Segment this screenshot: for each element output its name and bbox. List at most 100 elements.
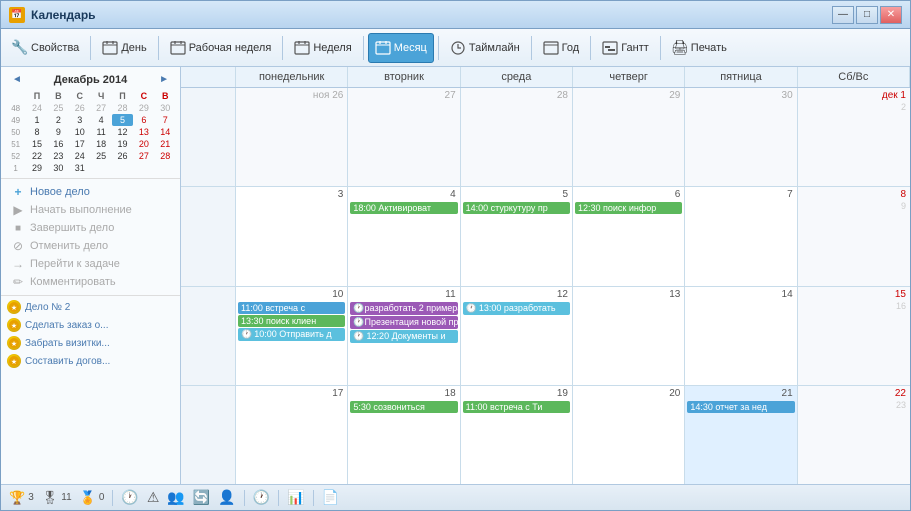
mini-cal-day[interactable]: 28 [155,150,176,162]
event-dec10-3[interactable]: 🕐 10:00 Отправить д [238,328,345,341]
cal-day-14[interactable]: 14 [685,287,797,385]
cal-day-nov26[interactable]: ноя 26 [236,88,348,186]
cal-day-18[interactable]: 18 5:30 созвониться [348,386,460,484]
mini-cal-day[interactable]: 1 [26,114,47,126]
event-dec12-1[interactable]: 🕐 13:00 разработать [463,302,570,315]
task-item[interactable]: ★Составить догов... [1,352,180,370]
mini-cal-day[interactable]: 16 [48,138,69,150]
mini-cal-day[interactable] [90,162,111,174]
event-dec6-1[interactable]: 12:30 поиск инфор [575,202,682,214]
cal-day-3[interactable]: 3 [236,187,348,285]
cal-day-20[interactable]: 20 [573,386,685,484]
mini-cal-day[interactable]: 31 [69,162,90,174]
event-dec11-span1[interactable]: 🕐 разработать 2 примера дизайна 🕐 [350,302,457,315]
mini-cal-day[interactable]: 17 [69,138,90,150]
mini-cal-day[interactable]: 29 [133,102,154,114]
mini-cal-day[interactable]: 24 [26,102,47,114]
mini-cal-next[interactable]: ► [156,73,172,86]
mini-cal-day[interactable]: 3 [69,114,90,126]
event-dec10-2[interactable]: 13:30 поиск клиен [238,315,345,327]
mini-cal-day[interactable]: 9 [48,126,69,138]
mini-cal-day[interactable]: 25 [48,102,69,114]
mini-cal-day[interactable]: 11 [90,126,111,138]
status-user-icon[interactable]: 👤 [218,489,235,506]
status-grid-icon[interactable]: 📊 [287,489,304,506]
mini-cal-day[interactable]: 29 [26,162,47,174]
cal-day-12[interactable]: 12 🕐 13:00 разработать [461,287,573,385]
event-dec18-1[interactable]: 5:30 созвониться [350,401,457,413]
day-button[interactable]: День [95,33,153,63]
mini-cal-day[interactable]: 13 [133,126,154,138]
new-task-action[interactable]: + Новое дело [7,183,174,201]
workweek-button[interactable]: Рабочая неделя [163,33,279,63]
task-item[interactable]: ★Забрать визитки... [1,334,180,352]
mini-cal-day[interactable]: 30 [155,102,176,114]
status-warning-icon[interactable]: ⚠ [147,489,160,506]
cal-day-nov27[interactable]: 27 [348,88,460,186]
complete-task-action[interactable]: ■ Завершить дело [7,219,174,237]
status-refresh-icon[interactable]: 🔄 [193,489,210,506]
status-users-icon[interactable]: 👥 [167,489,184,506]
mini-cal-day[interactable] [112,162,133,174]
event-dec10-1[interactable]: 11:00 встреча с [238,302,345,314]
comment-task-action[interactable]: ✏ Комментировать [7,273,174,291]
cal-day-19[interactable]: 19 11:00 встреча с Ти [461,386,573,484]
cancel-task-action[interactable]: ⊘ Отменить дело [7,237,174,255]
properties-button[interactable]: 🔧 Свойства [5,33,86,63]
task-item[interactable]: ★Сделать заказ о... [1,316,180,334]
mini-cal-day[interactable]: 25 [90,150,111,162]
print-button[interactable]: 🖨 Печать [665,33,734,63]
month-button[interactable]: Месяц [368,33,434,63]
event-dec19-1[interactable]: 11:00 встреча с Ти [463,401,570,413]
status-doc-icon[interactable]: 📄 [322,489,339,506]
maximize-button[interactable]: □ [856,6,878,24]
cal-day-21[interactable]: 21 14:30 отчет за нед [685,386,797,484]
mini-cal-day[interactable]: 20 [133,138,154,150]
mini-cal-day[interactable]: 27 [90,102,111,114]
mini-cal-day[interactable]: 22 [26,150,47,162]
mini-cal-prev[interactable]: ◄ [9,73,25,86]
mini-cal-day[interactable]: 24 [69,150,90,162]
week-button[interactable]: Неделя [287,33,358,63]
mini-cal-day[interactable]: 8 [26,126,47,138]
mini-cal-day[interactable]: 14 [155,126,176,138]
mini-cal-day[interactable]: 12 [112,126,133,138]
timeline-button[interactable]: Таймлайн [443,33,527,63]
mini-cal-day[interactable]: 19 [112,138,133,150]
mini-cal-day[interactable]: 23 [48,150,69,162]
mini-cal-day[interactable] [133,162,154,174]
cal-day-4[interactable]: 4 18:00 Активироват [348,187,460,285]
close-button[interactable]: ✕ [880,6,902,24]
cal-day-13[interactable]: 13 [573,287,685,385]
cal-day-11[interactable]: 11 🕐 разработать 2 примера дизайна 🕐 🕐 П… [348,287,460,385]
mini-cal-day[interactable] [155,162,176,174]
mini-cal-day[interactable]: 27 [133,150,154,162]
mini-cal-day[interactable]: 26 [112,150,133,162]
mini-cal-day[interactable]: 5 [112,114,133,126]
cal-day-8[interactable]: 8 9 [798,187,910,285]
mini-cal-day[interactable]: 7 [155,114,176,126]
cal-day-dec1[interactable]: дек 1 2 [798,88,910,186]
cal-day-22[interactable]: 22 23 [798,386,910,484]
task-item[interactable]: ★Дело № 2 [1,298,180,316]
event-dec21-1[interactable]: 14:30 отчет за нед [687,401,794,413]
cal-day-6[interactable]: 6 12:30 поиск инфор [573,187,685,285]
start-task-action[interactable]: ▶ Начать выполнение [7,201,174,219]
mini-cal-day[interactable]: 10 [69,126,90,138]
event-dec11-3[interactable]: 🕐 12:20 Документы и [350,330,457,343]
event-dec5-1[interactable]: 14:00 стуркутуру пр [463,202,570,214]
gantt-button[interactable]: Гантт [595,33,656,63]
cal-day-17[interactable]: 17 [236,386,348,484]
cal-day-15[interactable]: 15 16 [798,287,910,385]
cal-day-7[interactable]: 7 [685,187,797,285]
event-dec11-span2[interactable]: 🕐 Презентация новой продукции 🕐 [350,316,457,329]
cal-day-nov29[interactable]: 29 [573,88,685,186]
status-clock2-icon[interactable]: 🕐 [253,489,270,506]
mini-cal-day[interactable]: 15 [26,138,47,150]
mini-cal-day[interactable]: 30 [48,162,69,174]
mini-cal-day[interactable]: 21 [155,138,176,150]
cal-day-5[interactable]: 5 14:00 стуркутуру пр [461,187,573,285]
mini-cal-day[interactable]: 28 [112,102,133,114]
cal-day-10[interactable]: 10 11:00 встреча с 13:30 поиск клиен 🕐 1… [236,287,348,385]
mini-cal-day[interactable]: 4 [90,114,111,126]
